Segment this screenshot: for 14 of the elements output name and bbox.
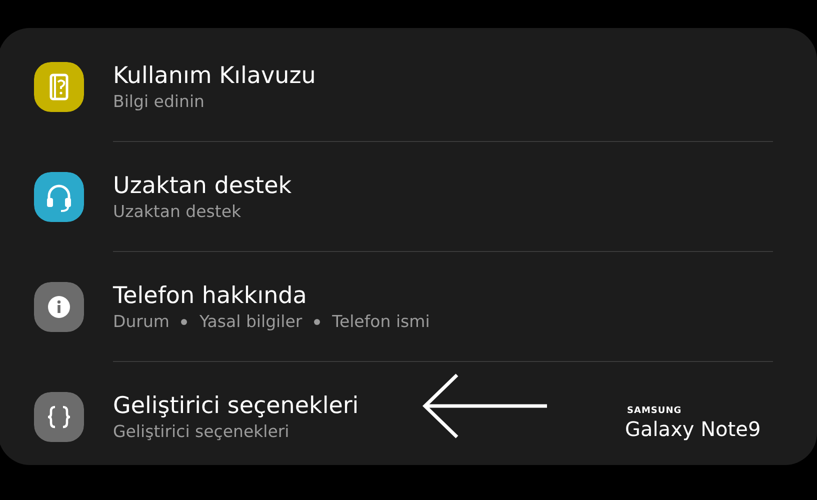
brand-label: SAMSUNG	[627, 406, 682, 417]
item-title[interactable]: Geliştirici seçenekleri	[113, 391, 359, 421]
item-subtitle: Bilgi edinin	[113, 90, 204, 112]
item-subtitle: Telefon ismi	[332, 310, 430, 332]
item-title[interactable]: Kullanım Kılavuzu	[113, 60, 316, 90]
item-subtitle: Geliştirici seçenekleri	[113, 421, 290, 443]
item-subtitle: Durum	[113, 310, 170, 332]
model-label: Galaxy Note9	[625, 417, 761, 441]
item-subtitle: Uzaktan destek	[113, 200, 242, 222]
item-subtitle: Yasal bilgiler	[199, 310, 302, 332]
item-title[interactable]: Telefon hakkında	[113, 280, 307, 310]
separator-dot	[181, 318, 188, 324]
separator-dot	[314, 318, 320, 324]
item-title[interactable]: Uzaktan destek	[113, 170, 292, 200]
